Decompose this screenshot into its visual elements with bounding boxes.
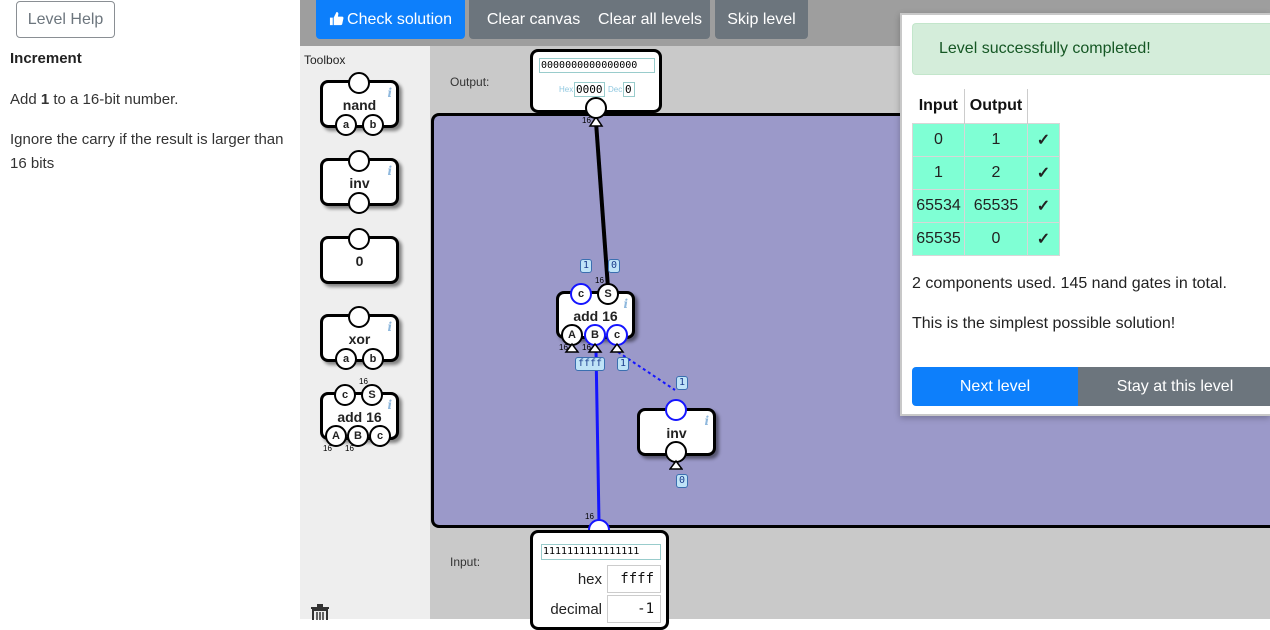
width-label: 16 [559,343,568,352]
wire-input-to-a [594,349,601,523]
carry-out-value: 1 [580,259,593,273]
width-label: 16 [595,276,604,285]
check-icon: ✓ [1027,221,1060,256]
row-input: 65534 [912,188,965,223]
row-input: 0 [912,122,965,157]
inv-output-value: 1 [676,376,689,390]
input-c-value: 1 [617,357,630,371]
stay-level-button[interactable]: Stay at this level [1078,367,1270,406]
table-row: 0 1 ✓ [912,122,1060,157]
truth-table: Input Output 0 1 ✓ 1 2 ✓ 65534 65535 ✓ 6… [912,89,1060,256]
output-hex: 0000 [574,82,605,97]
input-hex-label: hex [577,571,602,588]
wire-sum-to-output [594,121,610,289]
check-icon: ✓ [1027,122,1060,157]
row-output: 65535 [964,188,1028,223]
components-summary: 2 components used. 145 nand gates in tot… [912,275,1227,292]
add16-sum-out-pin[interactable]: S [597,283,619,305]
input-arrows [564,342,625,353]
row-input: 1 [912,155,965,190]
simplest-message: This is the simplest possible solution! [912,315,1176,332]
output-hex-label: Hex [559,85,574,94]
input-decimal-label: decimal [550,601,602,618]
output-dec: 0 [623,82,635,97]
input-component[interactable]: 1111111111111111 hex ffff decimal -1 [530,530,669,630]
table-row: 1 2 ✓ [912,155,1060,190]
inv-output-pin[interactable] [665,399,687,421]
row-output: 0 [964,221,1028,256]
result-panel: Level successfully completed! Input Outp… [900,13,1270,416]
check-icon: ✓ [1027,155,1060,190]
input-a-value: ffff [575,357,606,371]
add16-label: add 16 [573,308,618,324]
width-label: 16 [585,512,594,521]
sum-out-value: 0 [608,259,621,273]
info-icon[interactable]: i [704,414,709,428]
check-icon: ✓ [1027,188,1060,223]
table-row: 65535 0 ✓ [912,221,1060,256]
input-hex-field[interactable]: ffff [607,565,661,593]
input-bits[interactable]: 1111111111111111 [541,544,661,560]
row-input: 65535 [912,221,965,256]
inv-label: inv [666,425,687,441]
success-alert: Level successfully completed! [912,23,1270,75]
info-icon[interactable]: i [623,297,628,311]
header-input: Input [912,89,965,123]
width-label: 16 [582,343,591,352]
output-bits: 0000000000000000 [539,58,655,73]
add16-carry-out-pin[interactable]: c [570,283,592,305]
header-output: Output [964,89,1028,123]
output-dec-label: Dec [608,85,623,94]
inv-input-value: 0 [676,474,689,488]
inv-input-arrow [669,459,683,470]
row-output: 1 [964,122,1028,157]
width-label: 16 [582,116,591,125]
row-output: 2 [964,155,1028,190]
table-row: 65534 65535 ✓ [912,188,1060,223]
next-level-button[interactable]: Next level [912,367,1078,406]
